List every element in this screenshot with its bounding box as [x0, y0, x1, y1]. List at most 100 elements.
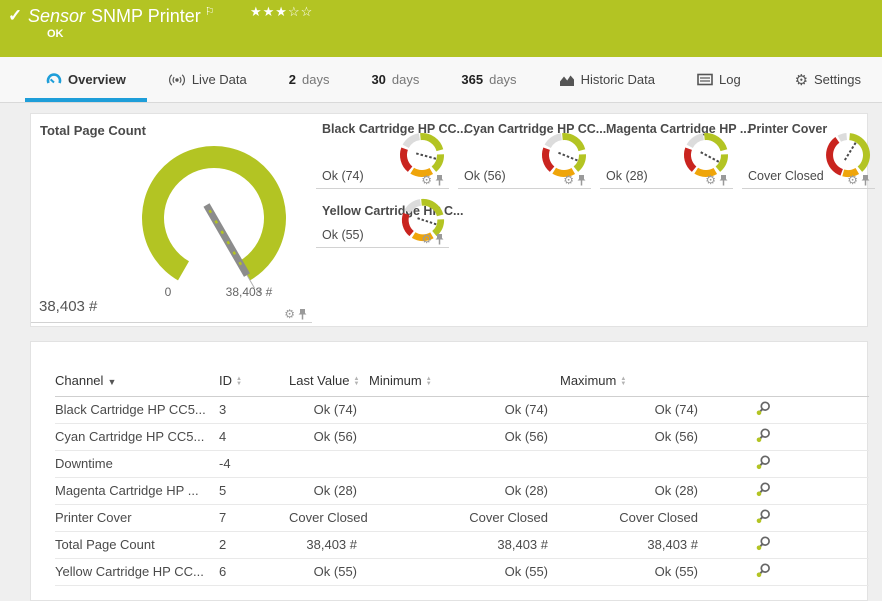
- channel-minimum: Ok (74): [369, 396, 560, 423]
- gauge-settings-gear-icon[interactable]: ⚙: [705, 174, 716, 186]
- sort-icon: ▲▼: [620, 377, 626, 387]
- sort-icon: ▲▼: [426, 377, 432, 387]
- channel-last-value: Ok (55): [289, 558, 369, 585]
- gauge-cell-black-cartridge: Black Cartridge HP CC... Ok (74) ⚙: [316, 114, 449, 189]
- table-row: Cyan Cartridge HP CC5... 4 Ok (56) Ok (5…: [55, 423, 869, 450]
- gauge-cell-printer-cover: Printer Cover Cover Closed ⚙: [742, 114, 875, 189]
- column-header-channel[interactable]: Channel▼: [55, 366, 219, 396]
- pin-icon[interactable]: [435, 174, 444, 186]
- gauge-cell-cyan-cartridge: Cyan Cartridge HP CC... Ok (56) ⚙: [458, 114, 591, 189]
- tab-log[interactable]: Log: [676, 57, 762, 102]
- channel-settings-icon[interactable]: [756, 536, 771, 554]
- channel-maximum: Ok (55): [560, 558, 710, 585]
- sensor-header: ✓ Sensor SNMP Printer ⚐ ★★★☆☆ OK: [0, 0, 882, 57]
- object-kind-label: Sensor: [28, 6, 85, 26]
- gauge-settings-gear-icon[interactable]: ⚙: [284, 308, 295, 320]
- gauge-scale-min: 0: [156, 285, 180, 299]
- tab-365-days-unit: days: [489, 72, 516, 87]
- channel-settings-icon[interactable]: [756, 509, 771, 527]
- stars-empty[interactable]: ☆☆: [288, 4, 313, 19]
- gauge-settings-gear-icon[interactable]: ⚙: [563, 174, 574, 186]
- table-row: Magenta Cartridge HP ... 5 Ok (28) Ok (2…: [55, 477, 869, 504]
- channel-settings-icon[interactable]: [756, 563, 771, 581]
- channel-maximum: Cover Closed: [560, 504, 710, 531]
- channel-last-value: Ok (56): [289, 423, 369, 450]
- tab-365-days[interactable]: 365 days: [440, 57, 537, 102]
- priority-stars[interactable]: ★★★☆☆: [250, 4, 313, 20]
- channel-last-value: 38,403 #: [289, 531, 369, 558]
- tab-2-days-unit: days: [302, 72, 329, 87]
- table-row: Total Page Count 2 38,403 # 38,403 # 38,…: [55, 531, 869, 558]
- column-header-last-value[interactable]: Last Value▲▼: [289, 366, 369, 396]
- magenta-cartridge-gauge: [682, 131, 730, 179]
- pin-icon[interactable]: [861, 174, 870, 186]
- gauge-value: Ok (56): [464, 169, 506, 183]
- channel-minimum: [369, 450, 560, 477]
- channel-id: 5: [219, 477, 289, 504]
- channels-panel: Channel▼ ID▲▼ Last Value▲▼ Minimum▲▼ Max…: [30, 341, 868, 601]
- table-row: Black Cartridge HP CC5... 3 Ok (74) Ok (…: [55, 396, 869, 423]
- column-header-id[interactable]: ID▲▼: [219, 366, 289, 396]
- tab-30-days-unit: days: [392, 72, 419, 87]
- channel-maximum: Ok (74): [560, 396, 710, 423]
- tab-overview[interactable]: Overview: [25, 57, 147, 102]
- channel-name: Black Cartridge HP CC5...: [55, 396, 219, 423]
- tab-live-data-label: Live Data: [192, 72, 247, 87]
- channel-name: Yellow Cartridge HP CC...: [55, 558, 219, 585]
- channel-last-value: Ok (28): [289, 477, 369, 504]
- tab-2-days[interactable]: 2 days: [268, 57, 351, 102]
- gauges-panel: Total Page Count × 0 38,403 # 38,403 # ⚙…: [30, 113, 868, 327]
- priority-flag-icon[interactable]: ⚐: [205, 6, 215, 18]
- chart-icon: [559, 73, 575, 87]
- gauge-title: Printer Cover: [748, 122, 827, 136]
- channel-settings-icon[interactable]: [756, 401, 771, 419]
- tab-log-label: Log: [719, 72, 741, 87]
- stars-filled[interactable]: ★★★: [250, 4, 288, 19]
- channel-name: Total Page Count: [55, 531, 219, 558]
- tab-settings[interactable]: ⚙ Settings: [774, 57, 882, 102]
- channel-last-value: Ok (74): [289, 396, 369, 423]
- channel-settings-icon[interactable]: [756, 455, 771, 473]
- channel-name: Printer Cover: [55, 504, 219, 531]
- gauge-cell-magenta-cartridge: Magenta Cartridge HP ... Ok (28) ⚙: [600, 114, 733, 189]
- cyan-cartridge-gauge: [540, 131, 588, 179]
- gauge-settings-gear-icon[interactable]: ⚙: [421, 174, 432, 186]
- gear-icon: ⚙: [795, 71, 808, 89]
- channel-maximum: 38,403 #: [560, 531, 710, 558]
- pin-icon[interactable]: [719, 174, 728, 186]
- sort-icon: ▲▼: [236, 377, 242, 387]
- channel-maximum: Ok (28): [560, 477, 710, 504]
- gauge-cell-yellow-cartridge: Yellow Cartridge HP C... Ok (55) ⚙: [316, 196, 449, 248]
- broadcast-icon: [168, 73, 186, 87]
- channel-minimum: Ok (56): [369, 423, 560, 450]
- channel-maximum: Ok (56): [560, 423, 710, 450]
- column-header-maximum[interactable]: Maximum▲▼: [560, 366, 710, 396]
- pin-icon[interactable]: [298, 308, 307, 320]
- tab-historic-data[interactable]: Historic Data: [538, 57, 676, 102]
- status-badge: OK: [47, 28, 64, 40]
- tab-30-days[interactable]: 30 days: [350, 57, 440, 102]
- channel-id: 6: [219, 558, 289, 585]
- gauge-value: Cover Closed: [748, 169, 824, 183]
- gauge-value: Ok (28): [606, 169, 648, 183]
- column-header-actions: [710, 366, 869, 396]
- gauge-title: Total Page Count: [40, 123, 146, 138]
- gauge-settings-gear-icon[interactable]: ⚙: [847, 174, 858, 186]
- column-header-minimum[interactable]: Minimum▲▼: [369, 366, 560, 396]
- channel-last-value: [289, 450, 369, 477]
- tab-live-data[interactable]: Live Data: [147, 57, 268, 102]
- ok-check-icon: ✓: [8, 6, 22, 26]
- printer-cover-gauge: [824, 131, 872, 179]
- gauge-settings-gear-icon[interactable]: ⚙: [421, 233, 432, 245]
- gauge-value: Ok (55): [322, 228, 364, 242]
- channel-settings-icon[interactable]: [756, 482, 771, 500]
- pin-icon[interactable]: [435, 233, 444, 245]
- pin-icon[interactable]: [577, 174, 586, 186]
- page-title: SNMP Printer: [91, 6, 201, 26]
- channel-settings-icon[interactable]: [756, 428, 771, 446]
- tab-historic-data-label: Historic Data: [581, 72, 655, 87]
- gauge-scale-max: 38,403 #: [211, 285, 287, 299]
- sort-icon: ▲▼: [353, 377, 359, 387]
- channel-minimum: Cover Closed: [369, 504, 560, 531]
- tab-settings-label: Settings: [814, 72, 861, 87]
